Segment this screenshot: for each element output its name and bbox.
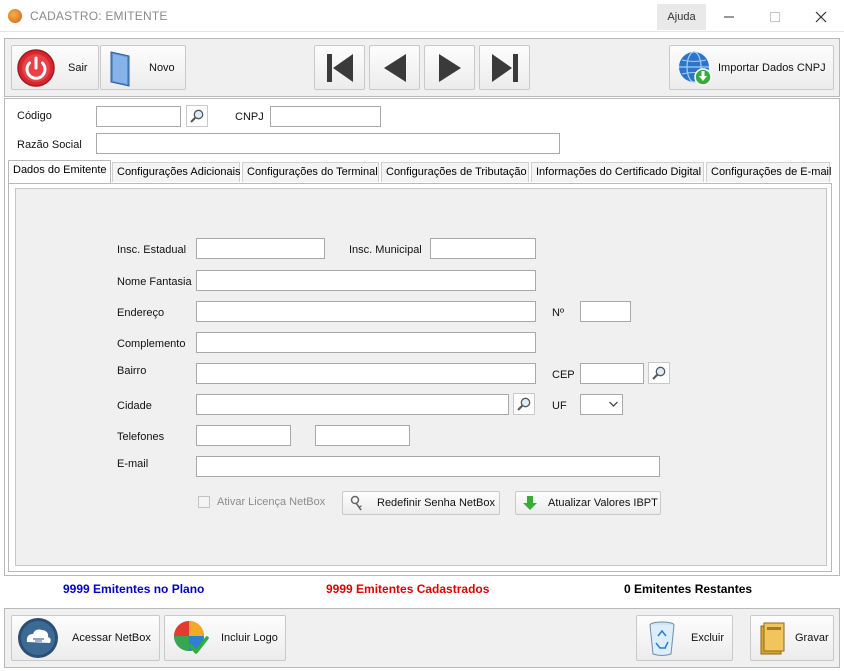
power-icon (17, 48, 55, 87)
cnpj-label: CNPJ (235, 111, 264, 123)
bottom-bar: Acessar NetBox Incluir Logo Excluir Grav… (4, 608, 840, 668)
title-bar: CADASTRO: EMITENTE Ajuda (0, 0, 844, 32)
reset-password-label: Redefinir Senha NetBox (377, 497, 496, 509)
globe-download-icon (679, 50, 712, 86)
logo-icon (174, 621, 209, 654)
window-title: CADASTRO: EMITENTE (30, 9, 168, 23)
code-input[interactable] (96, 106, 181, 127)
number-input[interactable] (580, 301, 631, 322)
app-icon (8, 9, 22, 23)
zip-input[interactable] (580, 363, 644, 384)
license-checkbox-label: Ativar Licença NetBox (217, 496, 326, 508)
tab-email-settings[interactable]: Configurações de E-mail (706, 162, 831, 182)
include-logo-label: Incluir Logo (221, 632, 278, 644)
new-button[interactable]: Novo (100, 45, 186, 90)
close-icon (815, 11, 827, 23)
district-input[interactable] (196, 363, 536, 384)
address-input[interactable] (196, 301, 536, 322)
last-record-button[interactable] (479, 45, 530, 90)
help-button[interactable]: Ajuda (657, 4, 706, 30)
zip-search-button[interactable] (648, 362, 670, 384)
complement-label: Complemento (117, 338, 186, 350)
remaining-count-status: 0 Emitentes Restantes (624, 582, 753, 596)
import-label: Importar Dados CNPJ (718, 61, 826, 74)
previous-icon (383, 53, 406, 82)
municipal-registration-input[interactable] (430, 238, 536, 259)
access-netbox-button[interactable]: Acessar NetBox (11, 615, 160, 661)
search-icon (190, 109, 204, 123)
state-registration-input[interactable] (196, 238, 325, 259)
import-cnpj-button[interactable]: Importar Dados CNPJ (669, 45, 834, 90)
license-checkbox[interactable] (198, 496, 210, 508)
city-input[interactable] (196, 394, 509, 415)
phone1-input[interactable] (196, 425, 291, 446)
code-search-button[interactable] (186, 105, 208, 127)
city-search-button[interactable] (513, 393, 535, 415)
email-input[interactable] (196, 456, 660, 477)
minimize-icon (724, 16, 734, 18)
tab-tax-settings[interactable]: Configurações de Tributação (381, 162, 529, 182)
next-icon (438, 53, 461, 82)
minimize-button[interactable] (706, 4, 752, 30)
delete-button[interactable]: Excluir (636, 615, 733, 661)
access-netbox-label: Acessar NetBox (72, 632, 151, 644)
registered-count-status: 9999 Emitentes Cadastrados (326, 582, 490, 596)
save-button[interactable]: Gravar (750, 615, 834, 661)
number-label: Nº (552, 307, 564, 319)
phone2-input[interactable] (315, 425, 410, 446)
search-icon (652, 366, 666, 380)
recycle-bin-icon (649, 621, 675, 656)
exit-label: Sair (68, 61, 88, 74)
chevron-down-icon (609, 401, 618, 407)
close-button[interactable] (798, 4, 844, 30)
cloud-icon (18, 618, 58, 658)
district-label: Bairro (117, 365, 147, 377)
next-record-button[interactable] (424, 45, 475, 90)
delete-label: Excluir (691, 632, 725, 644)
toolbar: Sair Novo Importar Dados CNPJ (4, 38, 840, 97)
state-select[interactable] (580, 394, 623, 415)
update-ibpt-label: Atualizar Valores IBPT (548, 497, 658, 509)
new-document-icon (110, 50, 130, 87)
plan-count-status: 9999 Emitentes no Plano (63, 582, 205, 596)
trade-name-input[interactable] (196, 270, 536, 291)
complement-input[interactable] (196, 332, 536, 353)
city-label: Cidade (117, 400, 152, 412)
company-name-label: Razão Social (17, 139, 82, 151)
include-logo-button[interactable]: Incluir Logo (164, 615, 286, 661)
municipal-registration-label: Insc. Municipal (349, 244, 422, 256)
exit-button[interactable]: Sair (11, 45, 99, 90)
maximize-button[interactable] (752, 4, 798, 30)
code-label: Código (17, 110, 52, 122)
maximize-icon (770, 12, 780, 22)
tab-emitter-data[interactable]: Dados do Emitente (8, 160, 111, 184)
state-label: UF (552, 400, 567, 412)
email-label: E-mail (117, 458, 149, 470)
key-icon (350, 495, 362, 511)
reset-password-button[interactable]: Redefinir Senha NetBox (342, 491, 500, 515)
first-record-button[interactable] (314, 45, 365, 90)
address-label: Endereço (117, 307, 165, 319)
save-file-icon (760, 622, 785, 655)
company-name-input[interactable] (96, 133, 560, 154)
tab-additional-settings[interactable]: Configurações Adicionais (112, 162, 241, 182)
last-icon (491, 53, 518, 82)
new-label: Novo (149, 61, 175, 74)
save-label: Gravar (795, 632, 829, 644)
zip-label: CEP (552, 369, 575, 381)
update-ibpt-button[interactable]: Atualizar Valores IBPT (515, 491, 661, 515)
state-registration-label: Insc. Estadual (117, 244, 187, 256)
tab-certificate-info[interactable]: Informações do Certificado Digital (531, 162, 704, 182)
previous-record-button[interactable] (369, 45, 420, 90)
arrow-down-icon (523, 496, 537, 510)
cnpj-input[interactable] (270, 106, 381, 127)
search-icon (517, 397, 531, 411)
phones-label: Telefones (117, 431, 165, 443)
first-icon (326, 53, 353, 82)
trade-name-label: Nome Fantasia (117, 276, 192, 288)
tab-terminal-settings[interactable]: Configurações do Terminal (242, 162, 379, 182)
